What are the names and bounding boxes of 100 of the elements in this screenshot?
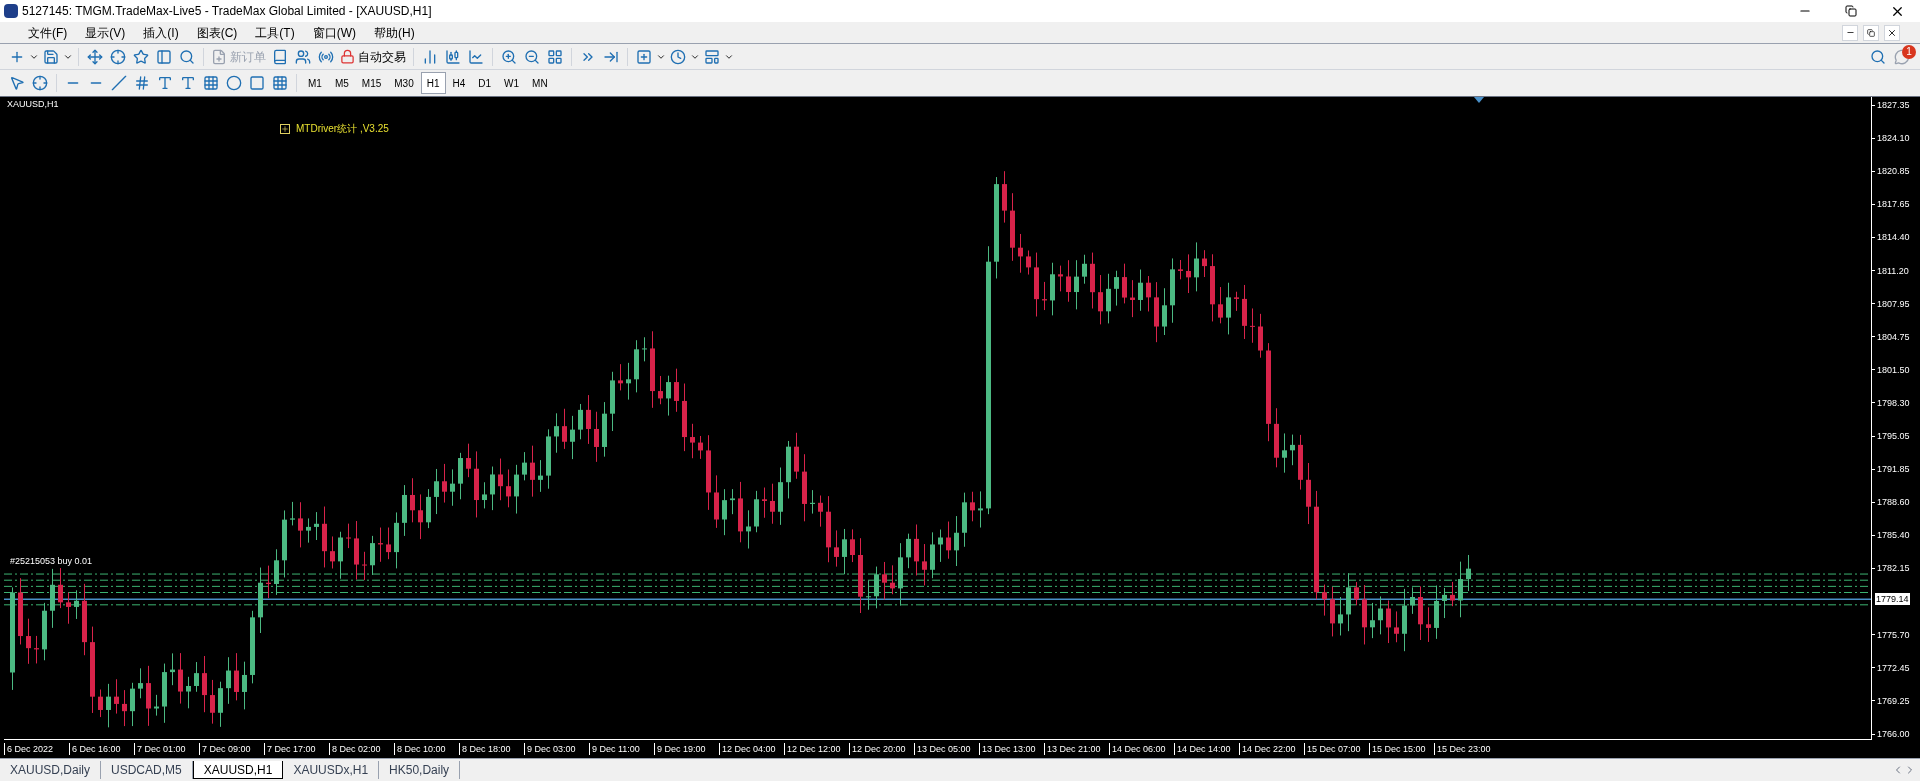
grid-icon[interactable] — [547, 48, 563, 65]
time-label: 7 Dec 17:00 — [264, 742, 329, 755]
search-icon[interactable] — [1870, 48, 1886, 65]
close-icon — [1887, 27, 1897, 38]
price-tick: 1807.95 — [1876, 297, 1911, 310]
chart-tab[interactable]: XAUUSD,H1 — [192, 761, 284, 779]
menu-item[interactable]: 帮助(H) — [366, 23, 423, 42]
menu-item[interactable]: 工具(T) — [247, 23, 303, 42]
zoom-out-icon[interactable] — [524, 48, 540, 65]
price-tick: 1791.85 — [1876, 463, 1911, 476]
minimize-chart-button[interactable] — [1842, 24, 1858, 41]
price-tick: 1775.70 — [1876, 628, 1911, 641]
price-tick: 1795.05 — [1876, 430, 1911, 443]
time-label: 7 Dec 09:00 — [199, 742, 264, 755]
lock-icon — [340, 49, 355, 64]
timeframe-button[interactable]: D1 — [472, 72, 498, 94]
timeframe-button[interactable]: W1 — [498, 72, 526, 94]
time-label: 9 Dec 11:00 — [589, 742, 654, 755]
time-label: 6 Dec 2022 — [4, 742, 69, 755]
time-label: 13 Dec 21:00 — [1044, 742, 1109, 755]
move-icon[interactable] — [87, 48, 103, 65]
price-tick: 1820.85 — [1876, 165, 1911, 178]
document-plus-icon — [211, 48, 227, 65]
chart-tab[interactable]: USDCAD,M5 — [101, 761, 193, 779]
time-label: 14 Dec 22:00 — [1239, 742, 1304, 755]
time-label: 13 Dec 13:00 — [979, 742, 1044, 755]
close-chart-button[interactable] — [1884, 24, 1900, 41]
expand-icon[interactable] — [280, 123, 290, 134]
crosshair-icon[interactable] — [110, 48, 126, 65]
candlestick-icon[interactable] — [445, 48, 461, 65]
time-label: 14 Dec 14:00 — [1174, 742, 1239, 755]
line-chart-icon[interactable] — [468, 48, 484, 65]
auto-trading-button[interactable]: 自动交易 — [338, 45, 408, 68]
bar-chart-icon[interactable] — [422, 48, 438, 65]
price-tick: 1827.35 — [1876, 99, 1911, 111]
price-tick: 1788.60 — [1876, 496, 1911, 509]
panel-icon[interactable] — [156, 48, 172, 65]
zoom-in-icon[interactable] — [501, 48, 517, 65]
timeframe-button[interactable]: H1 — [420, 72, 446, 94]
chart-tab[interactable]: HK50,Daily — [379, 761, 461, 779]
current-price-label: 1779.14 — [1875, 593, 1910, 606]
timeframe-button[interactable]: M1 — [302, 72, 328, 94]
trend-line-icon[interactable] — [111, 75, 127, 91]
time-label: 8 Dec 10:00 — [394, 742, 459, 755]
price-tick: 1817.65 — [1876, 198, 1911, 211]
book-icon[interactable] — [272, 48, 288, 65]
price-tick: 1814.40 — [1876, 231, 1911, 244]
time-label: 7 Dec 01:00 — [134, 742, 199, 755]
channel-icon[interactable] — [134, 75, 150, 91]
timeframe-button[interactable]: M15 — [355, 72, 388, 94]
cursor-icon[interactable] — [9, 75, 25, 91]
time-label: 15 Dec 07:00 — [1304, 742, 1369, 755]
restore-icon — [1845, 5, 1857, 17]
ellipse-icon[interactable] — [226, 75, 242, 91]
menu-item[interactable]: 窗口(W) — [304, 23, 364, 42]
save-icon[interactable] — [43, 48, 59, 65]
label-icon[interactable] — [180, 75, 196, 91]
star-icon[interactable] — [133, 48, 149, 65]
time-label: 9 Dec 19:00 — [654, 742, 719, 755]
menu-item[interactable]: 插入(I) — [135, 23, 187, 42]
time-label: 15 Dec 15:00 — [1369, 742, 1434, 755]
price-tick: 1785.40 — [1876, 529, 1911, 542]
grid-icon[interactable] — [272, 75, 288, 91]
timeframe-button[interactable]: H4 — [446, 72, 472, 94]
time-label: 8 Dec 18:00 — [459, 742, 524, 755]
time-label: 12 Dec 20:00 — [849, 742, 914, 755]
price-tick: 1811.20 — [1876, 264, 1910, 277]
chart-symbol: XAUUSD,H1 — [7, 98, 59, 111]
time-label: 6 Dec 16:00 — [69, 742, 134, 755]
menu-item[interactable]: 显示(V) — [77, 23, 134, 42]
indicator-label: MTDriver统计 ,V3.25 — [296, 122, 389, 136]
time-label: 14 Dec 06:00 — [1109, 742, 1174, 755]
chart-tab[interactable]: XAUUSDx,H1 — [283, 761, 380, 779]
price-tick: 1766.00 — [1876, 728, 1911, 740]
users-icon[interactable] — [295, 48, 311, 65]
indicator-icon[interactable] — [636, 48, 652, 65]
window-title: 5127145: TMGM.TradeMax-Live5 - TradeMax Global Limited - [XAUUSD,H1] — [22, 3, 432, 20]
text-icon[interactable] — [157, 75, 173, 91]
timeframe-button[interactable]: M5 — [328, 72, 355, 94]
price-tick: 1804.75 — [1876, 330, 1911, 343]
clock-icon[interactable] — [670, 48, 686, 65]
rectangle-icon[interactable] — [249, 75, 265, 91]
price-tick: 1772.45 — [1876, 661, 1911, 674]
time-label: 12 Dec 12:00 — [784, 742, 849, 755]
price-tick: 1798.30 — [1876, 396, 1911, 409]
price-tick: 1824.10 — [1876, 132, 1911, 145]
time-label: 9 Dec 03:00 — [524, 742, 589, 755]
timeframe-button[interactable]: MN — [526, 72, 554, 94]
template-icon[interactable] — [704, 48, 720, 65]
restore-chart-button[interactable] — [1863, 24, 1879, 41]
price-tick: 1801.50 — [1876, 363, 1911, 376]
crosshair-icon[interactable] — [32, 75, 48, 91]
menu-item[interactable]: 文件(F) — [20, 23, 76, 42]
time-label: 12 Dec 04:00 — [719, 742, 784, 755]
chart-tab[interactable]: XAUUSD,Daily — [0, 761, 101, 779]
restore-icon — [1867, 28, 1875, 37]
menu-item[interactable]: 图表(C) — [188, 23, 246, 42]
shift-marker-icon[interactable] — [1474, 97, 1484, 103]
timeframe-button[interactable]: M30 — [388, 72, 420, 94]
search-icon[interactable] — [179, 48, 195, 65]
